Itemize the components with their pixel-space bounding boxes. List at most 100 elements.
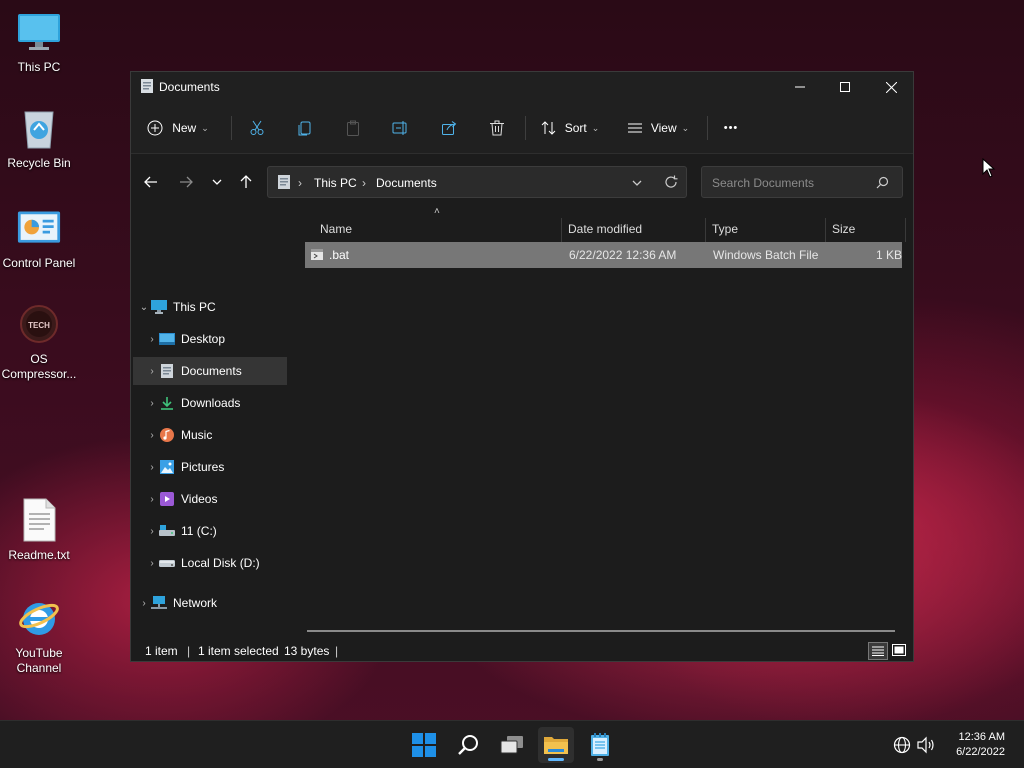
sidebar-item-label: This PC xyxy=(173,300,216,314)
more-options-button[interactable]: ••• xyxy=(715,112,747,144)
task-view-button[interactable] xyxy=(494,727,530,763)
active-app-indicator xyxy=(548,758,564,761)
command-bar: New ⌄ Sort ⌄ View ⌄ ••• xyxy=(131,102,913,154)
chevron-right-icon[interactable]: › xyxy=(137,598,151,609)
monitor-icon xyxy=(17,10,61,54)
chevron-right-icon[interactable]: › xyxy=(145,558,159,569)
chevron-right-icon[interactable]: › xyxy=(145,398,159,409)
file-date: 6/22/2022 12:36 AM xyxy=(569,248,677,262)
chevron-right-icon[interactable]: › xyxy=(145,462,159,473)
documents-icon xyxy=(278,175,290,189)
chevron-down-icon: ⌄ xyxy=(681,122,690,133)
start-button[interactable] xyxy=(406,727,442,763)
sidebar-item-desktop[interactable]: › Desktop xyxy=(145,325,287,353)
search-box[interactable] xyxy=(701,166,903,198)
minimize-icon xyxy=(795,86,805,88)
volume-icon[interactable] xyxy=(917,736,935,754)
search-input[interactable] xyxy=(710,173,874,193)
large-icons-view-button[interactable] xyxy=(890,642,908,658)
desktop-icon-youtube-channel[interactable]: YouTube Channel xyxy=(0,596,78,676)
close-button[interactable] xyxy=(868,72,914,102)
new-label: New xyxy=(172,121,197,135)
videos-icon xyxy=(159,491,175,507)
taskbar: 12:36 AM 6/22/2022 xyxy=(0,720,1024,768)
svg-text:TECH: TECH xyxy=(28,321,50,330)
delete-button[interactable] xyxy=(481,112,513,144)
desktop-icon-label: This PC xyxy=(17,60,61,74)
desktop-icon-readme[interactable]: Readme.txt xyxy=(0,498,78,563)
sidebar-item-label: 11 (C:) xyxy=(181,524,217,538)
toolbar-separator xyxy=(707,116,708,140)
maximize-button[interactable] xyxy=(822,72,868,102)
chevron-down-icon[interactable]: ⌄ xyxy=(137,302,151,313)
cut-icon xyxy=(250,120,264,135)
breadcrumb-documents[interactable]: Documents xyxy=(376,176,437,190)
title-bar[interactable]: Documents xyxy=(131,72,913,102)
sidebar-item-pictures[interactable]: › Pictures xyxy=(145,453,287,481)
breadcrumb-this-pc[interactable]: This PC xyxy=(314,176,357,190)
chevron-right-icon[interactable]: › xyxy=(145,334,159,345)
column-header-label: Name xyxy=(320,222,353,236)
file-explorer-taskbar-button[interactable] xyxy=(538,727,574,763)
copy-button[interactable] xyxy=(289,112,321,144)
minimize-button[interactable] xyxy=(777,72,823,102)
file-type: Windows Batch File xyxy=(713,248,819,262)
sidebar-item-network[interactable]: › Network xyxy=(137,589,291,617)
desktop-icon-control-panel[interactable]: Control Panel xyxy=(0,206,78,271)
sort-button[interactable]: Sort ⌄ xyxy=(535,112,605,144)
batch-file-icon xyxy=(311,249,323,260)
column-header-date[interactable]: Date modified xyxy=(568,216,703,242)
column-divider[interactable] xyxy=(561,218,562,242)
system-clock[interactable]: 12:36 AM 6/22/2022 xyxy=(956,730,1005,760)
chevron-right-icon[interactable]: › xyxy=(145,430,159,441)
desktop-icon-label: OS Compressor... xyxy=(1,352,77,381)
column-divider[interactable] xyxy=(705,218,706,242)
desktop-icon-this-pc[interactable]: This PC xyxy=(0,10,78,75)
notepad-taskbar-button[interactable] xyxy=(582,727,618,763)
recent-locations-button[interactable] xyxy=(203,168,231,196)
chevron-right-icon[interactable]: › xyxy=(145,526,159,537)
sidebar-item-music[interactable]: › Music xyxy=(145,421,287,449)
rename-button[interactable] xyxy=(385,112,417,144)
column-header-name[interactable]: Name xyxy=(320,216,560,242)
column-header-type[interactable]: Type xyxy=(712,216,824,242)
globe-icon[interactable] xyxy=(893,736,911,754)
large-icons-view-icon xyxy=(892,644,906,656)
cut-button[interactable] xyxy=(241,112,273,144)
up-button[interactable] xyxy=(232,168,260,196)
share-button[interactable] xyxy=(433,112,465,144)
column-header-size[interactable]: Size xyxy=(832,216,902,242)
search-button[interactable] xyxy=(450,727,486,763)
sidebar-item-drive-d[interactable]: › Local Disk (D:) xyxy=(145,549,287,577)
view-icon xyxy=(627,123,642,133)
sidebar-item-this-pc[interactable]: ⌄ This PC xyxy=(137,293,291,321)
column-divider[interactable] xyxy=(905,218,906,242)
desktop-icon-os-compressor[interactable]: TECH OS Compressor... xyxy=(0,302,78,382)
sidebar-item-documents[interactable]: › Documents xyxy=(133,357,287,385)
chevron-right-icon[interactable]: › xyxy=(145,494,159,505)
horizontal-scrollbar[interactable] xyxy=(307,630,895,632)
table-row[interactable]: .bat 6/22/2022 12:36 AM Windows Batch Fi… xyxy=(305,242,902,268)
paste-button[interactable] xyxy=(337,112,369,144)
back-button[interactable] xyxy=(137,168,165,196)
desktop-icon-recycle-bin[interactable]: Recycle Bin xyxy=(0,106,78,171)
details-view-button[interactable] xyxy=(868,642,888,660)
new-button[interactable]: New ⌄ xyxy=(143,112,213,144)
chevron-right-icon[interactable]: › xyxy=(145,366,159,377)
documents-icon xyxy=(159,363,175,379)
sidebar-item-downloads[interactable]: › Downloads xyxy=(145,389,287,417)
rename-icon xyxy=(392,121,407,135)
forward-button[interactable] xyxy=(172,168,200,196)
navigation-pane: ⌄ This PC › Desktop › Documents › Downlo… xyxy=(131,210,289,630)
breadcrumb-separator: › xyxy=(362,176,366,190)
sidebar-item-drive-c[interactable]: › 11 (C:) xyxy=(145,517,287,545)
open-app-indicator xyxy=(597,758,603,761)
address-bar[interactable]: › This PC › Documents xyxy=(267,166,687,198)
chevron-down-icon[interactable] xyxy=(632,179,642,187)
control-panel-icon xyxy=(17,206,61,250)
status-bar: 1 item | 1 item selected 13 bytes | xyxy=(131,638,913,662)
sidebar-item-videos[interactable]: › Videos xyxy=(145,485,287,513)
refresh-icon[interactable] xyxy=(664,175,678,189)
view-button[interactable]: View ⌄ xyxy=(623,112,693,144)
column-divider[interactable] xyxy=(825,218,826,242)
